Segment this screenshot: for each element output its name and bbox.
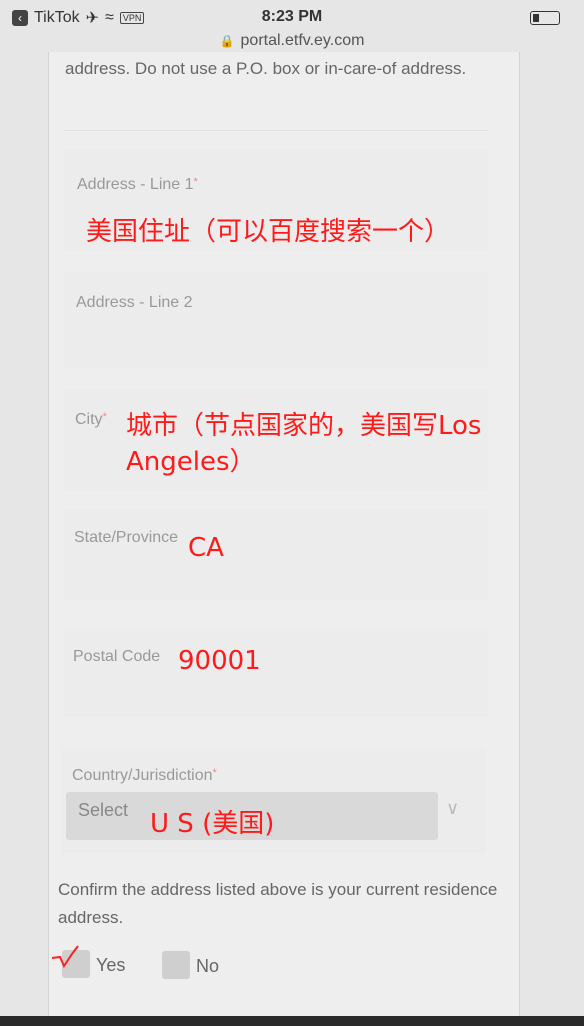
screen: ‹ TikTok ✈ ≈ VPN 8:23 PM 🔒 portal.etfv.ey… bbox=[0, 0, 584, 1026]
address-line2-label: Address - Line 2 bbox=[76, 294, 193, 311]
address-line1-label: Address - Line 1* bbox=[77, 176, 198, 193]
battery-icon bbox=[530, 11, 560, 25]
divider bbox=[64, 130, 488, 131]
no-label: No bbox=[196, 956, 220, 976]
intro-text: address. Do not use a P.O. box or in-car… bbox=[65, 59, 467, 78]
country-note: U S (美国) bbox=[150, 809, 275, 839]
postal-code-field[interactable] bbox=[64, 628, 488, 718]
bottom-edge bbox=[0, 1016, 584, 1026]
status-bar: ‹ TikTok ✈ ≈ VPN 8:23 PM bbox=[0, 0, 584, 32]
url-text: portal.etfv.ey.com bbox=[240, 32, 365, 49]
country-select-value: Select bbox=[78, 800, 129, 820]
no-checkbox[interactable] bbox=[162, 951, 190, 979]
checkmark-icon bbox=[51, 945, 79, 969]
chevron-down-icon: ∨ bbox=[446, 798, 460, 818]
postal-code-note: 90001 bbox=[178, 646, 261, 676]
state-note: CA bbox=[188, 533, 224, 563]
state-label: State/Province bbox=[74, 529, 179, 546]
city-label: City* bbox=[75, 411, 107, 428]
city-note-line1: 城市（节点国家的，美国写Los bbox=[126, 411, 482, 441]
state-field[interactable] bbox=[64, 510, 488, 600]
address-bar[interactable]: 🔒 portal.etfv.ey.com bbox=[0, 32, 584, 52]
confirm-text: Confirm the address listed above is your… bbox=[58, 880, 498, 927]
address-line2-field[interactable] bbox=[64, 272, 488, 368]
address-line1-note: 美国住址（可以百度搜索一个） bbox=[86, 217, 451, 247]
country-label: Country/Jurisdiction* bbox=[72, 767, 217, 784]
yes-label: Yes bbox=[96, 955, 126, 975]
lock-icon: 🔒 bbox=[219, 34, 235, 48]
city-note-line2: Angeles） bbox=[126, 447, 256, 477]
postal-code-label: Postal Code bbox=[73, 648, 161, 665]
clock: 8:23 PM bbox=[261, 8, 323, 25]
